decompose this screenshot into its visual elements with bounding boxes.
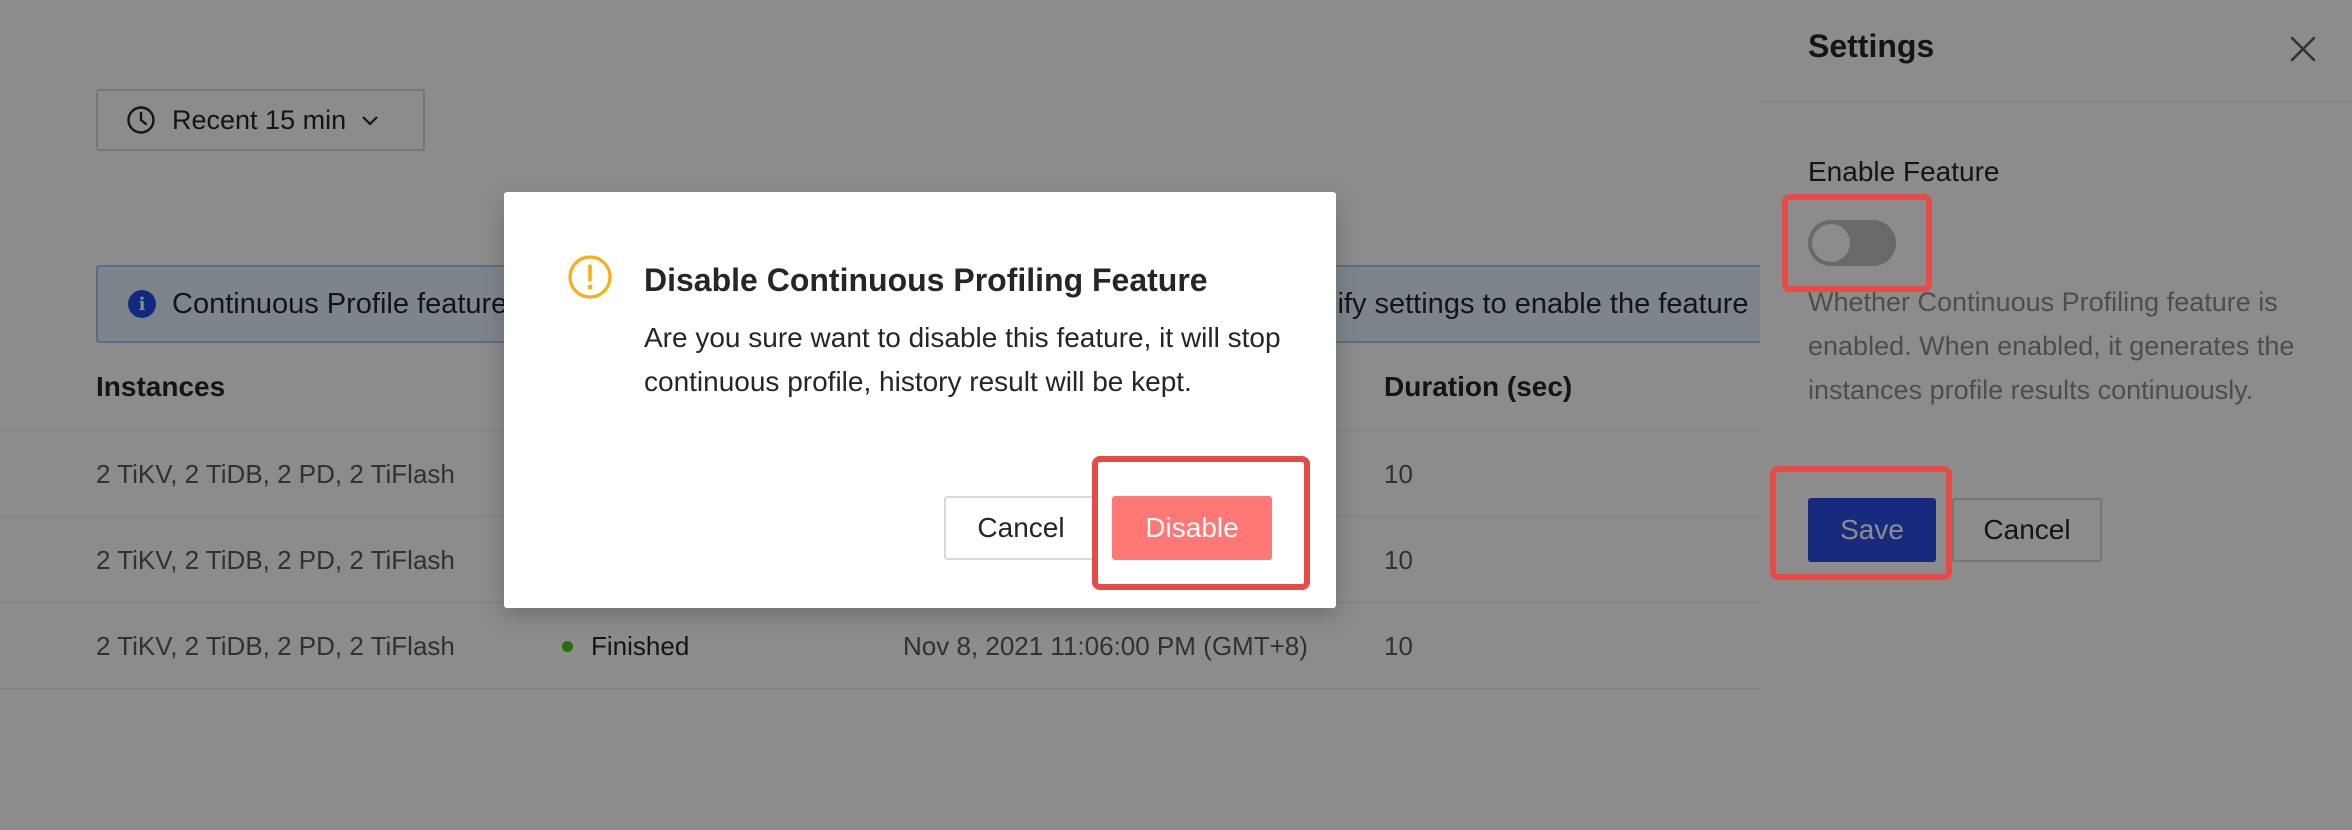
- drawer-overlay-mask: [1760, 0, 2352, 830]
- settings-drawer: Settings Enable Feature Whether Continuo…: [1760, 0, 2352, 830]
- highlight-enable-switch: [1782, 194, 1932, 292]
- modal-cancel-button[interactable]: Cancel: [944, 496, 1098, 560]
- modal-title: Disable Continuous Profiling Feature: [644, 262, 1208, 298]
- modal-content: Are you sure want to disable this featur…: [644, 322, 1281, 397]
- highlight-disable-button: [1092, 456, 1310, 590]
- exclamation-circle-icon: [568, 255, 612, 299]
- highlight-save-button: [1770, 466, 1952, 580]
